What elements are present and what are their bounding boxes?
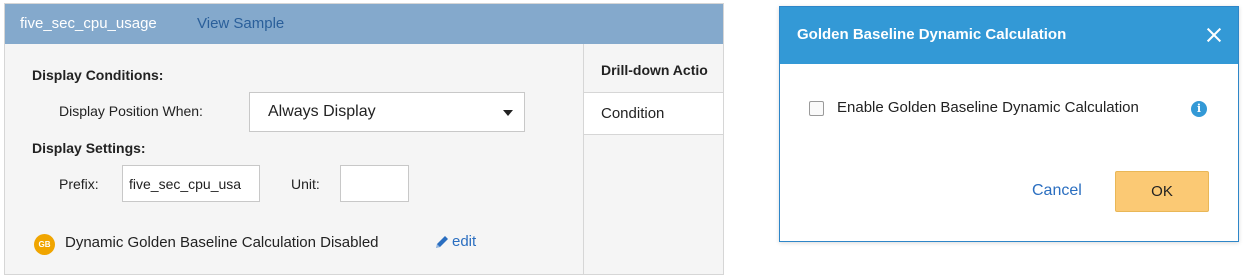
metric-name: five_sec_cpu_usage	[20, 15, 157, 32]
drill-down-actions-table: Drill-down Actio Condition	[583, 44, 723, 274]
display-position-select[interactable]: Always Display	[249, 92, 525, 132]
table-row: Condition	[584, 93, 723, 135]
edit-link[interactable]: edit	[434, 233, 476, 250]
display-conditions-heading: Display Conditions:	[32, 67, 164, 83]
golden-baseline-badge: GB	[34, 234, 55, 255]
dialog-title: Golden Baseline Dynamic Calculation	[797, 26, 1067, 43]
unit-input[interactable]	[340, 165, 409, 202]
metric-settings-panel: five_sec_cpu_usage View Sample Display C…	[4, 3, 724, 275]
pencil-icon	[436, 235, 448, 248]
display-settings-heading: Display Settings:	[32, 140, 146, 156]
drill-down-header: Drill-down Actio	[584, 44, 723, 93]
condition-column-header: Condition	[601, 105, 665, 122]
dialog-header: Golden Baseline Dynamic Calculation	[780, 7, 1238, 64]
info-icon[interactable]: i	[1191, 101, 1207, 117]
close-icon[interactable]	[1203, 24, 1225, 46]
golden-baseline-dialog: Golden Baseline Dynamic Calculation Enab…	[779, 6, 1239, 242]
prefix-label: Prefix:	[59, 176, 99, 192]
view-sample-link[interactable]: View Sample	[197, 15, 284, 32]
display-position-label: Display Position When:	[59, 103, 203, 119]
prefix-input[interactable]	[122, 165, 260, 202]
chevron-down-icon	[503, 110, 513, 116]
enable-dynamic-calculation-checkbox[interactable]	[809, 101, 824, 116]
edit-link-label: edit	[452, 233, 477, 250]
golden-baseline-status: Dynamic Golden Baseline Calculation Disa…	[65, 234, 379, 251]
display-position-value: Always Display	[268, 103, 376, 120]
panel-header: five_sec_cpu_usage View Sample	[5, 4, 723, 44]
drill-down-title: Drill-down Actio	[601, 62, 708, 78]
ok-button[interactable]: OK	[1115, 171, 1209, 212]
enable-dynamic-calculation-label[interactable]: Enable Golden Baseline Dynamic Calculati…	[837, 99, 1139, 116]
unit-label: Unit:	[291, 176, 320, 192]
cancel-button[interactable]: Cancel	[1032, 182, 1082, 200]
